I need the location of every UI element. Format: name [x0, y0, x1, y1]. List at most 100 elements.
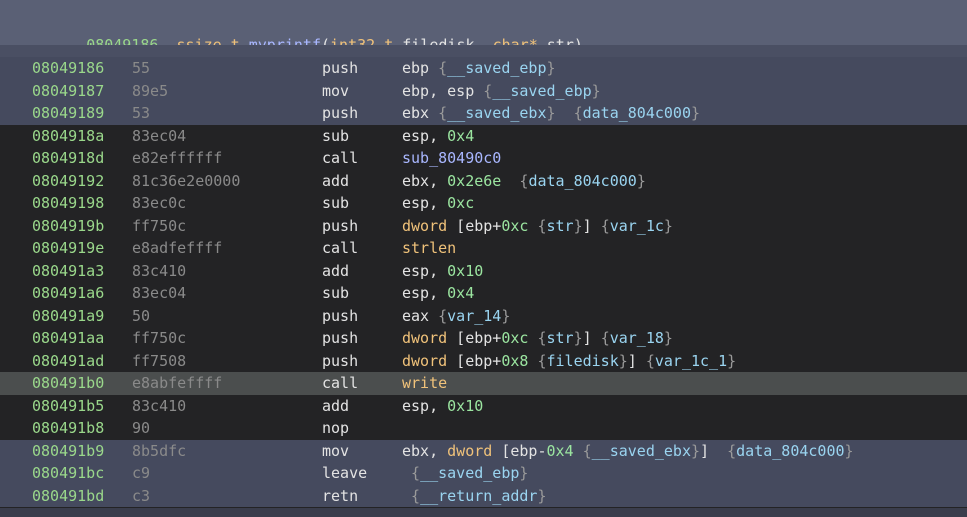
- operand-symbol[interactable]: __return_addr: [420, 487, 537, 505]
- operand-number: 0x10: [447, 261, 484, 280]
- operand-keyword[interactable]: strlen: [402, 239, 456, 257]
- instruction-row[interactable]: 0804919b ff750c push dword [ebp+0xc {str}] …: [0, 214, 967, 238]
- instruction-row[interactable]: 080491a3 83c410 add esp, 0x10: [0, 259, 967, 283]
- instruction-row[interactable]: 080491bc c9 leave {__saved_ebp}: [0, 462, 967, 485]
- instruction-operands: ebp {__saved_ebp}: [402, 57, 556, 80]
- operand-symbol[interactable]: str: [547, 217, 574, 235]
- instruction-row[interactable]: 080491b9 8b5dfc mov ebx, dword [ebp-0x4 {__…: [0, 439, 967, 463]
- instruction-row[interactable]: 080491aa ff750c push dword [ebp+0xc {str}] …: [0, 327, 967, 350]
- instruction-row[interactable]: 080491a6 83ec04 sub esp, 0x4: [0, 282, 967, 305]
- instruction-mnemonic[interactable]: push: [322, 57, 358, 80]
- operand-function[interactable]: sub_80490c0: [402, 149, 501, 167]
- instruction-mnemonic[interactable]: call: [322, 237, 358, 260]
- operand-symbol[interactable]: var_18: [610, 329, 664, 347]
- instruction-mnemonic[interactable]: mov: [322, 80, 349, 103]
- instruction-mnemonic[interactable]: push: [322, 305, 358, 328]
- operand-keyword[interactable]: dword: [402, 352, 447, 370]
- instruction-mnemonic[interactable]: call: [322, 147, 358, 170]
- operand-number: 0x4: [447, 284, 475, 302]
- instruction-mnemonic[interactable]: mov: [322, 440, 349, 463]
- operand-symbol[interactable]: data_804c000: [736, 442, 844, 460]
- instruction-address[interactable]: 0804918a: [32, 125, 104, 148]
- operand-brace: }: [663, 329, 673, 347]
- instruction-address[interactable]: 080491b8: [32, 417, 104, 440]
- instruction-row[interactable]: 080491b8 90 nop: [0, 417, 967, 440]
- operand-register: esp,: [402, 194, 448, 212]
- instruction-address[interactable]: 08049189: [32, 102, 104, 125]
- instruction-address[interactable]: 08049192: [32, 170, 104, 193]
- operand-brace: }: [844, 441, 854, 460]
- instruction-operands: dword [ebp+0x8 {filedisk}] {var_1c_1}: [402, 350, 736, 373]
- instruction-mnemonic[interactable]: push: [322, 350, 358, 373]
- instruction-row[interactable]: 0804918a 83ec04 sub esp, 0x4: [0, 124, 967, 148]
- instruction-address[interactable]: 080491ad: [32, 350, 104, 373]
- instruction-row[interactable]: 08049192 81c36e2e0000 add ebx, 0x2e6e {data…: [0, 169, 967, 193]
- operand-symbol[interactable]: filedisk: [547, 352, 619, 370]
- instruction-operands: sub_80490c0: [402, 147, 501, 170]
- instruction-address[interactable]: 080491bd: [32, 485, 104, 508]
- instruction-address[interactable]: 080491a3: [32, 260, 104, 283]
- instruction-row-selected[interactable]: 080491b0 e8abfeffff call write: [0, 372, 967, 395]
- instruction-address[interactable]: 080491b0: [32, 372, 104, 395]
- operand-punctuation: [574, 442, 583, 460]
- operand-keyword[interactable]: dword: [402, 329, 447, 347]
- instruction-mnemonic[interactable]: call: [322, 372, 358, 395]
- operand-symbol[interactable]: data_804c000: [528, 172, 636, 190]
- operand-number: 0xc: [447, 194, 475, 212]
- instruction-mnemonic[interactable]: add: [322, 170, 349, 193]
- instruction-address[interactable]: 0804919e: [32, 237, 104, 260]
- instruction-row[interactable]: 08049189 53 push ebx {__saved_ebx} {data_80…: [0, 102, 967, 125]
- instruction-mnemonic[interactable]: push: [322, 102, 358, 125]
- instruction-address[interactable]: 080491bc: [32, 462, 104, 485]
- instruction-row[interactable]: 0804919e e8adfeffff call strlen: [0, 237, 967, 260]
- instruction-mnemonic[interactable]: sub: [322, 125, 349, 148]
- instruction-address[interactable]: 080491a6: [32, 282, 104, 305]
- instruction-address[interactable]: 080491b5: [32, 395, 104, 418]
- instruction-mnemonic[interactable]: add: [322, 260, 349, 283]
- instruction-mnemonic[interactable]: push: [322, 215, 358, 238]
- instruction-mnemonic[interactable]: sub: [322, 192, 349, 215]
- instruction-address[interactable]: 0804918d: [32, 147, 104, 170]
- instruction-mnemonic[interactable]: sub: [322, 282, 349, 305]
- instruction-row[interactable]: 080491a9 50 push eax {var_14}: [0, 304, 967, 328]
- instruction-address[interactable]: 08049186: [32, 57, 104, 80]
- instruction-row[interactable]: 080491ad ff7508 push dword [ebp+0x8 {filedi…: [0, 349, 967, 373]
- operand-keyword[interactable]: dword: [402, 217, 447, 235]
- instruction-row[interactable]: 08049198 83ec0c sub esp, 0xc: [0, 192, 967, 215]
- operand-symbol[interactable]: var_14: [447, 307, 501, 325]
- operand-symbol[interactable]: data_804c000: [583, 104, 691, 122]
- instruction-row[interactable]: 08049186 55 push ebp {__saved_ebp}: [0, 57, 967, 80]
- operand-symbol[interactable]: str: [547, 329, 574, 347]
- instruction-address[interactable]: 080491b9: [32, 440, 104, 463]
- operand-symbol[interactable]: __saved_ebp: [420, 464, 519, 482]
- operand-symbol[interactable]: __saved_ebp: [492, 82, 591, 100]
- operand-symbol[interactable]: __saved_ebp: [447, 59, 546, 77]
- operand-symbol[interactable]: var_1c_1: [655, 352, 727, 370]
- instruction-mnemonic[interactable]: nop: [322, 417, 349, 440]
- operand-number: 0x8: [501, 351, 529, 370]
- instruction-address[interactable]: 08049198: [32, 192, 104, 215]
- operand-symbol[interactable]: __saved_ebx: [447, 104, 546, 122]
- instruction-row[interactable]: 08049187 89e5 mov ebp, esp {__saved_ebp}: [0, 79, 967, 103]
- instruction-row[interactable]: 080491b5 83c410 add esp, 0x10: [0, 394, 967, 418]
- operand-keyword[interactable]: dword: [447, 442, 492, 460]
- instruction-mnemonic[interactable]: push: [322, 327, 358, 350]
- operand-punctuation: [501, 172, 519, 190]
- instruction-row[interactable]: 080491bd c3 retn {__return_addr}: [0, 484, 967, 508]
- instruction-address[interactable]: 08049187: [32, 80, 104, 103]
- instruction-bytes: 81c36e2e0000: [132, 171, 241, 190]
- operand-symbol[interactable]: __saved_ebx: [592, 442, 691, 460]
- instruction-address[interactable]: 0804919b: [32, 215, 104, 238]
- instruction-address[interactable]: 080491aa: [32, 327, 104, 350]
- instruction-mnemonic[interactable]: retn: [322, 485, 358, 508]
- operand-keyword[interactable]: write: [402, 374, 447, 392]
- instruction-address[interactable]: 080491a9: [32, 305, 104, 328]
- operand-number: 0x4: [447, 126, 475, 145]
- operand-symbol[interactable]: var_1c: [610, 217, 664, 235]
- instruction-mnemonic[interactable]: leave: [322, 462, 367, 485]
- instruction-mnemonic[interactable]: add: [322, 395, 349, 418]
- instruction-row[interactable]: 0804918d e82effffff call sub_80490c0: [0, 147, 967, 170]
- instruction-bytes: ff7508: [132, 351, 187, 370]
- operand-brace: {: [537, 351, 547, 370]
- operand-number: 0x10: [447, 396, 484, 415]
